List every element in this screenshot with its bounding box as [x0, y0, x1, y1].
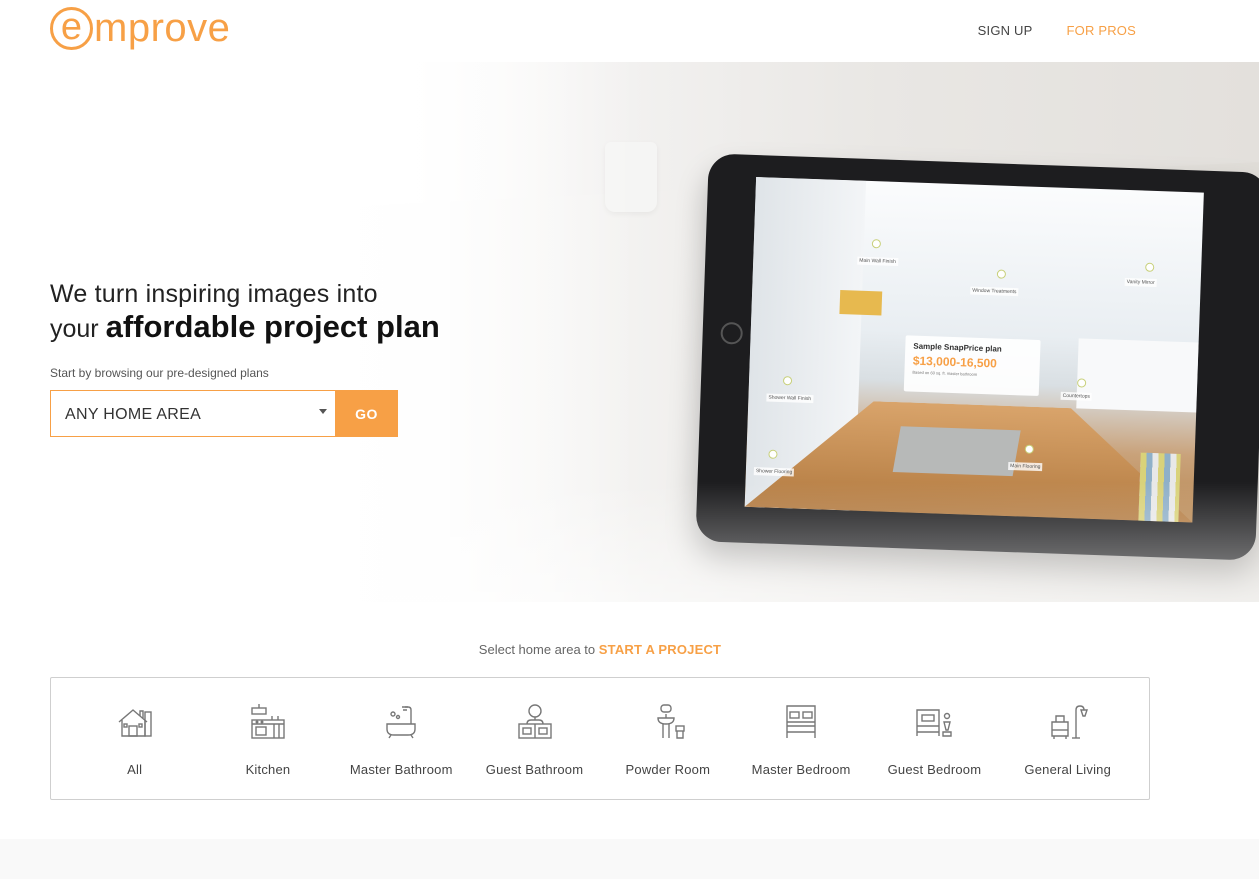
tag-label: Shower Flooring: [753, 467, 795, 477]
area-item-general-living[interactable]: General Living: [1001, 678, 1134, 799]
area-item-kitchen[interactable]: Kitchen: [201, 678, 334, 799]
logo-mark: e: [50, 6, 93, 50]
double-bed-icon: [786, 705, 816, 738]
check-marker: [871, 239, 882, 249]
pedestal-sink-icon: [657, 704, 685, 739]
area-label: General Living: [1024, 762, 1112, 777]
go-button[interactable]: GO: [335, 390, 398, 437]
caret-down-icon: [319, 409, 327, 414]
area-label: Kitchen: [245, 762, 291, 777]
area-item-powder-room[interactable]: Powder Room: [601, 678, 734, 799]
home-area-select[interactable]: ANY HOME AREA: [50, 390, 335, 437]
headline-line-2: your affordable project plan: [50, 310, 440, 346]
area-label: All: [127, 762, 143, 777]
vanity-sink-icon: [517, 704, 552, 739]
bathtub-icon: [386, 706, 416, 739]
house-icon: [118, 709, 152, 737]
logo-wordmark: mprove: [94, 6, 231, 50]
home-area-list: All Kitchen Master Bathroom Guest Bathro…: [50, 677, 1150, 800]
price-card: Sample SnapPrice plan $13,000-16,500 Bas…: [903, 335, 1041, 397]
tablet-home-button: [720, 321, 744, 345]
tag-label: Main Wall Finish: [857, 256, 898, 266]
screen-plant-shelf: [839, 290, 883, 316]
start-project-prompt: Select home area to START A PROJECT: [0, 642, 1200, 657]
price-card-title: Sample SnapPrice plan: [913, 341, 1002, 354]
area-item-master-bathroom[interactable]: Master Bathroom: [335, 678, 468, 799]
tag-label: Shower Wall Finish: [766, 393, 814, 404]
for-pros-link[interactable]: FOR PROS: [1067, 23, 1137, 38]
check-marker: [1145, 262, 1155, 272]
hero-bottom-fade: [0, 482, 1259, 602]
start-project-link[interactable]: START A PROJECT: [599, 642, 721, 657]
screen-vanity: [1076, 338, 1199, 413]
area-label: Master Bedroom: [751, 762, 851, 777]
area-label: Master Bathroom: [349, 762, 453, 777]
tag-label: Vanity Mirror: [1124, 277, 1157, 288]
screen-rug: [892, 426, 1021, 477]
sofa-lamp-icon: [1051, 705, 1088, 739]
site-header: e mprove SIGN UP FOR PROS: [0, 0, 1259, 62]
area-label: Guest Bedroom: [887, 762, 982, 777]
headline-line-1: We turn inspiring images into: [50, 280, 378, 308]
tablet-screen-bathroom: Main Wall Finish Window Treatments Vanit…: [744, 177, 1204, 523]
sign-up-link[interactable]: SIGN UP: [978, 23, 1033, 38]
area-item-guest-bedroom[interactable]: Guest Bedroom: [868, 678, 1001, 799]
hero-headline: We turn inspiring images into your affor…: [50, 278, 440, 346]
prompt-prefix: Select home area to: [478, 642, 596, 657]
area-label: Powder Room: [625, 762, 711, 777]
kitchen-icon: [251, 704, 285, 739]
tag-label: Main Flooring: [1008, 461, 1043, 472]
area-item-guest-bathroom[interactable]: Guest Bathroom: [468, 678, 601, 799]
tag-label: Countertops: [1060, 391, 1093, 401]
area-item-all[interactable]: All: [68, 678, 201, 799]
area-label: Guest Bathroom: [485, 762, 584, 777]
headline-prefix: your: [50, 315, 99, 343]
single-bed-icon: [916, 709, 953, 737]
home-area-search: ANY HOME AREA GO: [50, 390, 398, 437]
price-card-price: $13,000-16,500: [912, 353, 998, 371]
hero-subtext: Start by browsing our pre-designed plans: [50, 366, 269, 380]
top-nav: SIGN UP FOR PROS: [978, 23, 1136, 38]
area-item-master-bedroom[interactable]: Master Bedroom: [734, 678, 867, 799]
footer-band: [0, 839, 1259, 879]
headline-bold: affordable project plan: [105, 309, 440, 344]
empove-logo[interactable]: e mprove: [50, 6, 230, 50]
tag-label: Window Treatments: [970, 286, 1019, 297]
check-marker: [996, 269, 1007, 279]
home-area-select-value: ANY HOME AREA: [65, 406, 202, 423]
